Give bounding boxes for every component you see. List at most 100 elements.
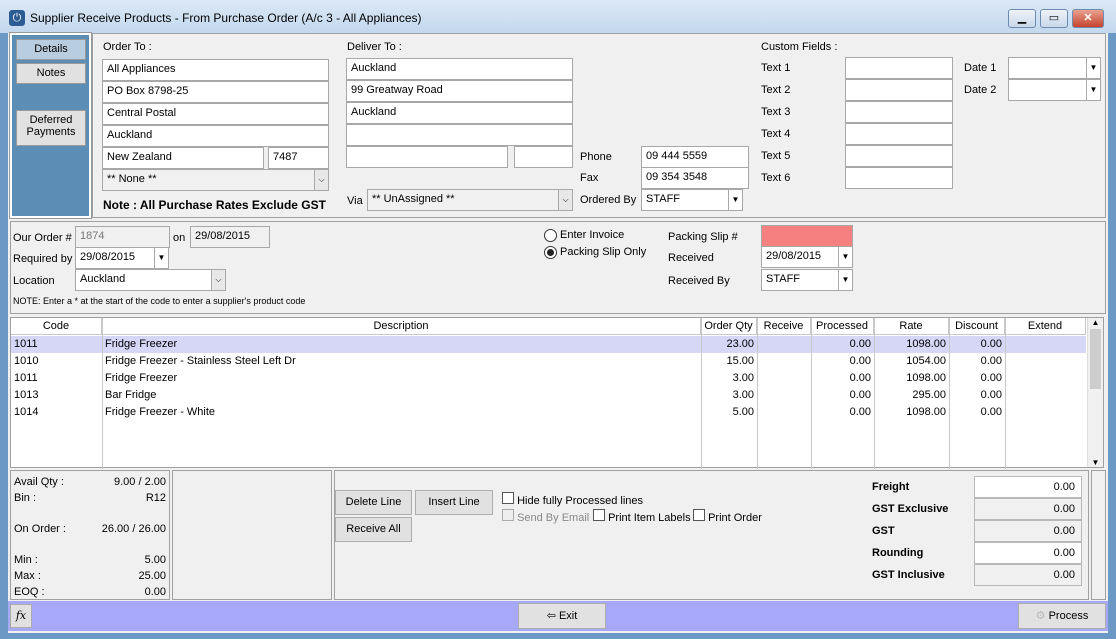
hide-processed-option[interactable]: Hide fully Processed lines: [502, 492, 643, 507]
process-button[interactable]: ⚙ Process: [1018, 603, 1106, 629]
dropdown-arrow-icon[interactable]: ▼: [838, 247, 852, 267]
order-to-line-1[interactable]: All Appliances: [102, 59, 329, 81]
column-header-code[interactable]: Code: [11, 318, 102, 335]
cell-description[interactable]: Fridge Freezer: [102, 336, 701, 353]
via-select[interactable]: ** UnAssigned ** ⌵: [367, 189, 573, 211]
packing-slip-only-radio[interactable]: [544, 246, 557, 259]
cell-order-qty[interactable]: 3.00: [701, 387, 757, 404]
text3-field[interactable]: [845, 101, 953, 123]
receive-all-button[interactable]: Receive All: [335, 517, 412, 542]
cell-receive[interactable]: [757, 336, 811, 353]
cell-receive[interactable]: [757, 387, 811, 404]
text2-field[interactable]: [845, 79, 953, 101]
cell-rate[interactable]: 295.00: [874, 387, 949, 404]
order-to-select[interactable]: ** None ** ⌵: [102, 169, 329, 191]
cell-discount[interactable]: 0.00: [949, 387, 1005, 404]
chevron-down-icon[interactable]: ⌵: [211, 270, 225, 290]
cell-order-qty[interactable]: 3.00: [701, 370, 757, 387]
cell-code[interactable]: 1013: [11, 387, 102, 404]
order-to-postcode[interactable]: 7487: [268, 147, 329, 169]
received-date-field[interactable]: 29/08/2015 ▼: [761, 246, 853, 268]
cell-description[interactable]: Fridge Freezer - White: [102, 404, 701, 421]
cell-receive[interactable]: [757, 404, 811, 421]
sidebar-deferred-payments-button[interactable]: Deferred Payments: [16, 110, 86, 146]
cell-rate[interactable]: 1098.00: [874, 336, 949, 353]
phone-field[interactable]: 09 444 5559: [641, 146, 749, 168]
deliver-to-line-1[interactable]: Auckland: [346, 58, 573, 80]
column-header-order-qty[interactable]: Order Qty: [701, 318, 757, 335]
deliver-to-postcode[interactable]: [514, 146, 573, 168]
dropdown-arrow-icon[interactable]: ▼: [728, 190, 742, 210]
column-header-extend[interactable]: Extend: [1005, 318, 1086, 335]
table-row[interactable]: 1010 Fridge Freezer - Stainless Steel Lef…: [11, 353, 1086, 370]
cell-description[interactable]: Fridge Freezer: [102, 370, 701, 387]
column-header-description[interactable]: Description: [102, 318, 701, 335]
order-to-line-2[interactable]: PO Box 8798-25: [102, 81, 329, 103]
cell-discount[interactable]: 0.00: [949, 370, 1005, 387]
delete-line-button[interactable]: Delete Line: [335, 490, 412, 515]
text5-field[interactable]: [845, 145, 953, 167]
ordered-by-select[interactable]: STAFF ▼: [641, 189, 743, 211]
insert-line-button[interactable]: Insert Line: [415, 490, 493, 515]
chevron-down-icon[interactable]: ⌵: [314, 170, 328, 190]
dropdown-arrow-icon[interactable]: ▼: [1086, 58, 1100, 78]
table-row[interactable]: 1014 Fridge Freezer - White 5.00 0.00 1098.0…: [11, 404, 1086, 421]
cell-extend[interactable]: [1005, 387, 1086, 404]
cell-discount[interactable]: 0.00: [949, 336, 1005, 353]
dropdown-arrow-icon[interactable]: ▼: [838, 270, 852, 290]
cell-order-qty[interactable]: 23.00: [701, 336, 757, 353]
formula-fx-button[interactable]: fx: [10, 604, 32, 628]
cell-rate[interactable]: 1098.00: [874, 370, 949, 387]
cell-code[interactable]: 1010: [11, 353, 102, 370]
print-labels-option[interactable]: Print Item Labels: [593, 509, 691, 524]
cell-processed[interactable]: 0.00: [811, 404, 874, 421]
cell-processed[interactable]: 0.00: [811, 336, 874, 353]
column-header-discount[interactable]: Discount: [949, 318, 1005, 335]
deliver-to-country[interactable]: [346, 146, 508, 168]
column-header-rate[interactable]: Rate: [874, 318, 949, 335]
dropdown-arrow-icon[interactable]: ▼: [1086, 80, 1100, 100]
cell-processed[interactable]: 0.00: [811, 370, 874, 387]
sidebar-details-button[interactable]: Details: [16, 39, 86, 60]
table-row[interactable]: 1013 Bar Fridge 3.00 0.00 295.00 0.00: [11, 387, 1086, 404]
cell-extend[interactable]: [1005, 353, 1086, 370]
cell-extend[interactable]: [1005, 370, 1086, 387]
vertical-scrollbar[interactable]: ▲ ▼: [1087, 318, 1103, 467]
cell-code[interactable]: 1011: [11, 370, 102, 387]
cell-receive[interactable]: [757, 353, 811, 370]
cell-order-qty[interactable]: 5.00: [701, 404, 757, 421]
close-button[interactable]: ✕: [1072, 9, 1104, 28]
cell-processed[interactable]: 0.00: [811, 387, 874, 404]
products-grid[interactable]: Code Description Order Qty Receive Processed…: [10, 317, 1104, 469]
text6-field[interactable]: [845, 167, 953, 189]
chevron-down-icon[interactable]: ⌵: [558, 190, 572, 210]
cell-processed[interactable]: 0.00: [811, 353, 874, 370]
packing-slip-field[interactable]: [761, 225, 853, 247]
date2-field[interactable]: ▼: [1008, 79, 1101, 101]
column-header-receive[interactable]: Receive: [757, 318, 811, 335]
order-to-line-3[interactable]: Central Postal: [102, 103, 329, 125]
cell-discount[interactable]: 0.00: [949, 353, 1005, 370]
cell-receive[interactable]: [757, 370, 811, 387]
enter-invoice-radio[interactable]: [544, 229, 557, 242]
cell-extend[interactable]: [1005, 404, 1086, 421]
minimize-button[interactable]: ▁: [1008, 9, 1036, 28]
cell-code[interactable]: 1014: [11, 404, 102, 421]
exit-button[interactable]: ⇦ Exit: [518, 603, 606, 629]
cell-description[interactable]: Bar Fridge: [102, 387, 701, 404]
order-to-country[interactable]: New Zealand: [102, 147, 264, 169]
hide-processed-checkbox[interactable]: [502, 492, 514, 504]
location-select[interactable]: Auckland ⌵: [75, 269, 226, 291]
cell-order-qty[interactable]: 15.00: [701, 353, 757, 370]
cell-code[interactable]: 1011: [11, 336, 102, 353]
dropdown-arrow-icon[interactable]: ▼: [154, 248, 168, 268]
total-value[interactable]: 0.00: [974, 542, 1082, 564]
sidebar-notes-button[interactable]: Notes: [16, 63, 86, 84]
cell-rate[interactable]: 1098.00: [874, 404, 949, 421]
deliver-to-line-2[interactable]: 99 Greatway Road: [346, 80, 573, 102]
maximize-button[interactable]: ▭: [1040, 9, 1068, 28]
order-to-line-4[interactable]: Auckland: [102, 125, 329, 147]
text4-field[interactable]: [845, 123, 953, 145]
deliver-to-line-4[interactable]: [346, 124, 573, 146]
column-header-processed[interactable]: Processed: [811, 318, 874, 335]
